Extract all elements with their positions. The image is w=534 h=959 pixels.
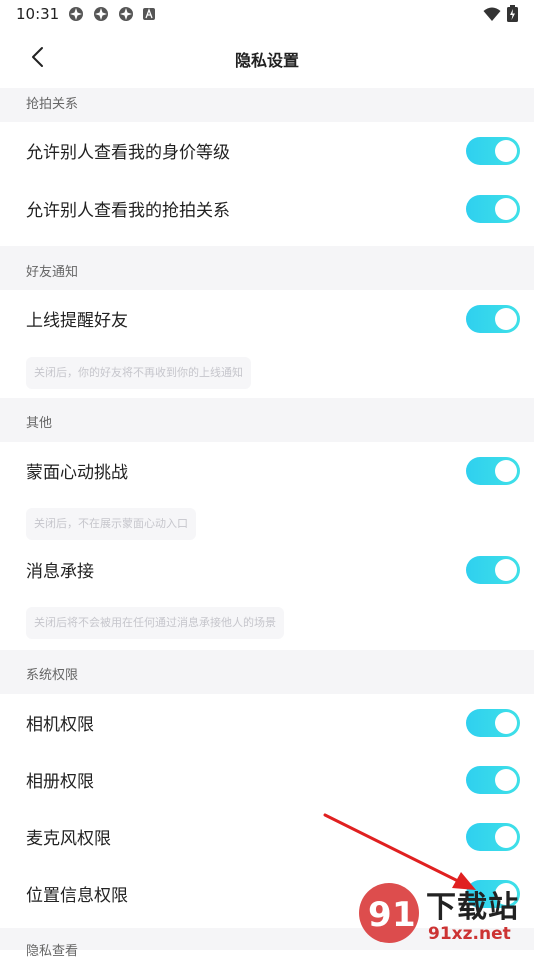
- setting-row-microphone[interactable]: 麦克风权限: [0, 808, 534, 866]
- font-notification-icon: [143, 8, 155, 20]
- setting-row-show-level[interactable]: 允许别人查看我的身价等级: [0, 122, 534, 180]
- status-bar: 10:31: [0, 0, 534, 28]
- mask-challenge-note: 关闭后，不在展示蒙面心动入口: [26, 508, 196, 540]
- setting-row-album[interactable]: 相册权限: [0, 751, 534, 809]
- toggle-knob: [495, 769, 517, 791]
- setting-label: 蒙面心动挑战: [26, 463, 128, 483]
- setting-label: 允许别人查看我的身价等级: [26, 143, 230, 163]
- microphone-permission-toggle[interactable]: [466, 823, 520, 851]
- app-notification-icon: [119, 7, 133, 21]
- section-header-other: 其他: [0, 398, 534, 442]
- app-notification-icon: [69, 7, 83, 21]
- toggle-knob: [495, 460, 517, 482]
- toggle-knob: [495, 559, 517, 581]
- toggle-knob: [495, 140, 517, 162]
- nav-bar: 隐私设置: [0, 28, 534, 88]
- watermark-text: 下载站: [426, 890, 519, 925]
- watermark-logo-icon: 9 1: [359, 883, 419, 943]
- show-relation-toggle[interactable]: [466, 195, 520, 223]
- setting-label: 消息承接: [26, 562, 94, 582]
- status-time: 10:31: [16, 5, 60, 23]
- show-level-toggle[interactable]: [466, 137, 520, 165]
- svg-text:9: 9: [368, 895, 392, 935]
- setting-row-show-relation[interactable]: 允许别人查看我的抢拍关系: [0, 180, 534, 238]
- album-permission-toggle[interactable]: [466, 766, 520, 794]
- camera-permission-toggle[interactable]: [466, 709, 520, 737]
- section-header-relation: 抢拍关系: [0, 88, 534, 122]
- toggle-knob: [495, 826, 517, 848]
- section-header-friend-notify: 好友通知: [0, 246, 534, 290]
- watermark-url: 91xz.net: [428, 924, 511, 944]
- setting-label: 位置信息权限: [26, 886, 128, 906]
- setting-row-camera[interactable]: 相机权限: [0, 694, 534, 752]
- toggle-knob: [495, 308, 517, 330]
- setting-row-mask-challenge[interactable]: 蒙面心动挑战: [0, 442, 534, 500]
- toggle-knob: [495, 198, 517, 220]
- setting-row-online-remind[interactable]: 上线提醒好友: [0, 290, 534, 348]
- section-header-system-permission: 系统权限: [0, 650, 534, 694]
- setting-row-message-takeover[interactable]: 消息承接: [0, 541, 534, 599]
- setting-label: 相册权限: [26, 772, 94, 792]
- toggle-knob: [495, 712, 517, 734]
- wifi-icon: [483, 7, 501, 21]
- battery-icon: [507, 5, 518, 22]
- setting-label: 相机权限: [26, 715, 94, 735]
- setting-label: 上线提醒好友: [26, 311, 128, 331]
- mask-challenge-toggle[interactable]: [466, 457, 520, 485]
- online-remind-toggle[interactable]: [466, 305, 520, 333]
- message-takeover-note: 关闭后将不会被用在任何通过消息承接他人的场景: [26, 607, 284, 639]
- watermark: 9 1 下载站 91xz.net: [356, 878, 534, 950]
- page-title: 隐私设置: [234, 51, 299, 70]
- setting-label: 麦克风权限: [26, 829, 111, 849]
- message-takeover-toggle[interactable]: [466, 556, 520, 584]
- svg-text:1: 1: [392, 895, 416, 935]
- app-notification-icon: [94, 7, 108, 21]
- online-remind-note: 关闭后，你的好友将不再收到你的上线通知: [26, 357, 251, 389]
- setting-label: 允许别人查看我的抢拍关系: [26, 201, 230, 221]
